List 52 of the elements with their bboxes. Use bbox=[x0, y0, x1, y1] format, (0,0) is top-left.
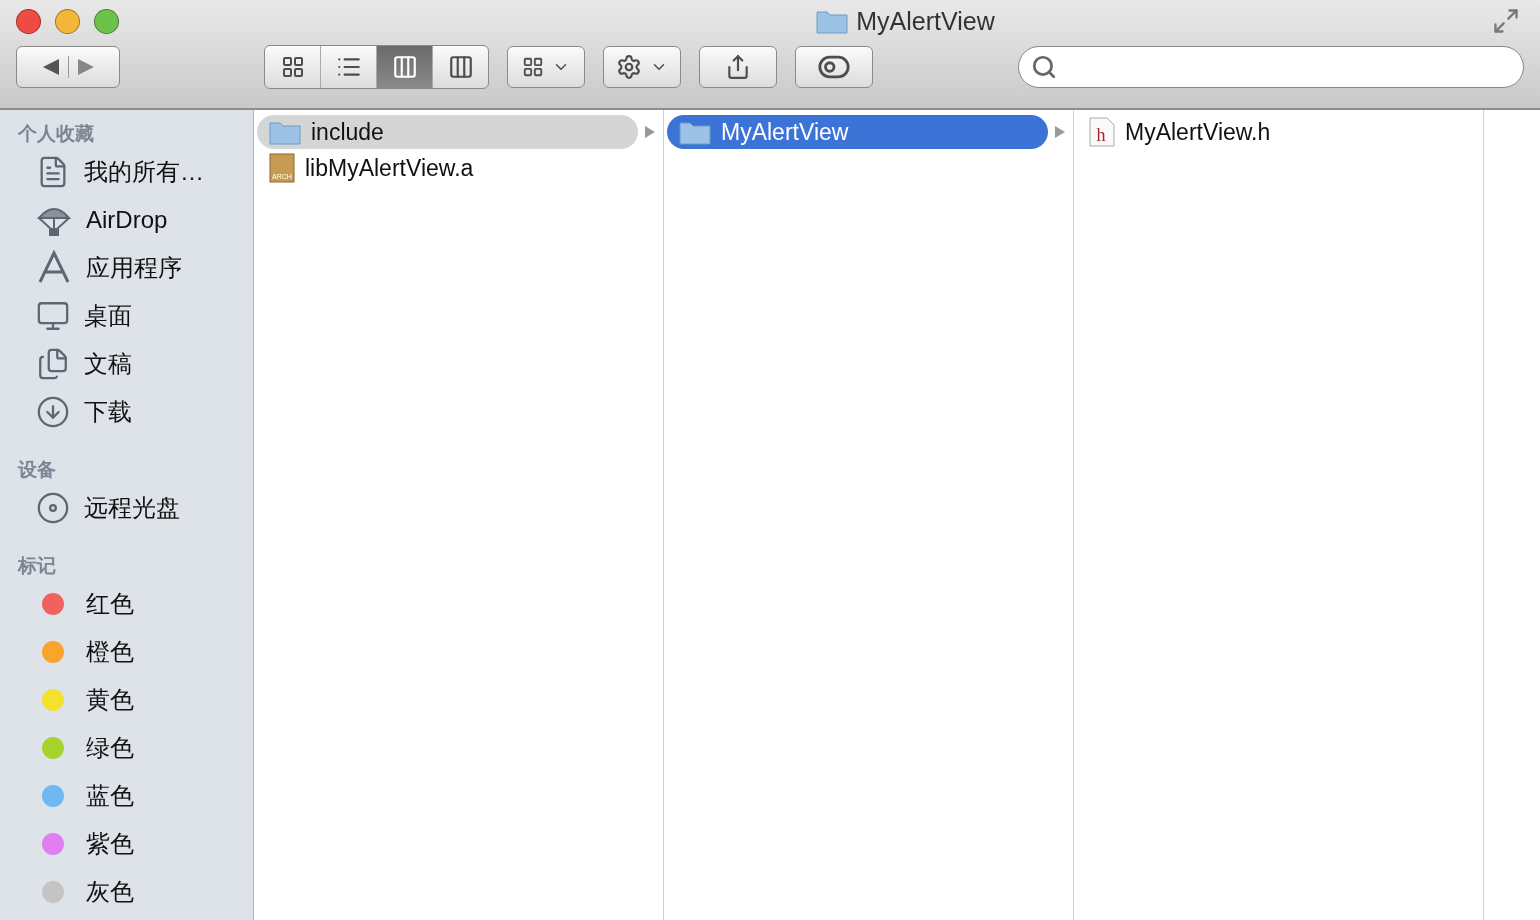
file-item[interactable]: h MyAlertView.h bbox=[1077, 115, 1458, 149]
sidebar-item[interactable]: 橙色 bbox=[86, 636, 134, 668]
expand-arrow-icon bbox=[1054, 125, 1066, 139]
sidebar-item[interactable]: AirDrop bbox=[86, 206, 168, 234]
column-view-icon bbox=[391, 54, 418, 80]
search-field[interactable] bbox=[1018, 46, 1524, 88]
fullscreen-icon[interactable] bbox=[1492, 7, 1520, 35]
gear-icon bbox=[616, 54, 642, 80]
documents-icon bbox=[36, 347, 70, 381]
view-mode-tab[interactable] bbox=[376, 46, 432, 88]
share-icon bbox=[725, 54, 751, 80]
sidebar-item[interactable]: 下载 bbox=[84, 396, 132, 428]
tags-toggle-button[interactable] bbox=[795, 46, 873, 88]
arrange-button[interactable] bbox=[507, 46, 585, 88]
back-forward-button[interactable] bbox=[16, 46, 120, 88]
window-title: MyAlertView bbox=[856, 6, 995, 36]
file-item[interactable]: include bbox=[257, 115, 638, 149]
search-icon bbox=[1031, 54, 1057, 80]
sidebar-item[interactable]: 桌面 bbox=[84, 300, 132, 332]
share-button[interactable] bbox=[699, 46, 777, 88]
sidebar-item[interactable]: 红色 bbox=[86, 588, 134, 620]
download-icon bbox=[36, 395, 70, 429]
sidebar-item[interactable]: 绿色 bbox=[86, 732, 134, 764]
sidebar-heading: 标记 bbox=[16, 554, 57, 578]
header-file-icon: h bbox=[1089, 117, 1115, 147]
folder-icon bbox=[816, 8, 849, 34]
zoom-button[interactable] bbox=[94, 8, 119, 34]
minimize-button[interactable] bbox=[55, 8, 80, 34]
sidebar-item[interactable]: 蓝色 bbox=[86, 780, 134, 812]
expand-arrow-icon bbox=[644, 125, 656, 139]
view-mode-control[interactable] bbox=[264, 45, 489, 89]
icon-view-icon bbox=[280, 55, 305, 79]
grid-icon bbox=[522, 56, 544, 78]
sidebar-heading: 个人收藏 bbox=[17, 122, 95, 146]
sidebar-item[interactable]: 黄色 bbox=[86, 684, 134, 716]
sidebar-item[interactable]: 我的所有… bbox=[84, 156, 204, 188]
sidebar-item[interactable]: 远程光盘 bbox=[84, 492, 180, 524]
sidebar-item[interactable]: 灰色 bbox=[86, 876, 134, 908]
close-button[interactable] bbox=[16, 8, 41, 34]
sidebar-item[interactable]: 应用程序 bbox=[86, 252, 182, 284]
cover-flow-icon bbox=[447, 54, 474, 80]
sidebar-item[interactable]: 文稿 bbox=[84, 348, 132, 380]
sidebar-item[interactable]: 紫色 bbox=[86, 828, 134, 860]
action-button[interactable] bbox=[603, 46, 681, 88]
folder-icon bbox=[679, 119, 711, 145]
disc-icon bbox=[36, 491, 70, 525]
desktop-icon bbox=[36, 299, 70, 333]
folder-icon bbox=[269, 119, 301, 145]
sidebar-heading: 设备 bbox=[16, 458, 57, 482]
file-item[interactable]: MyAlertView bbox=[667, 115, 1048, 149]
forward-arrow-icon bbox=[76, 58, 95, 76]
back-arrow-icon bbox=[41, 58, 60, 76]
